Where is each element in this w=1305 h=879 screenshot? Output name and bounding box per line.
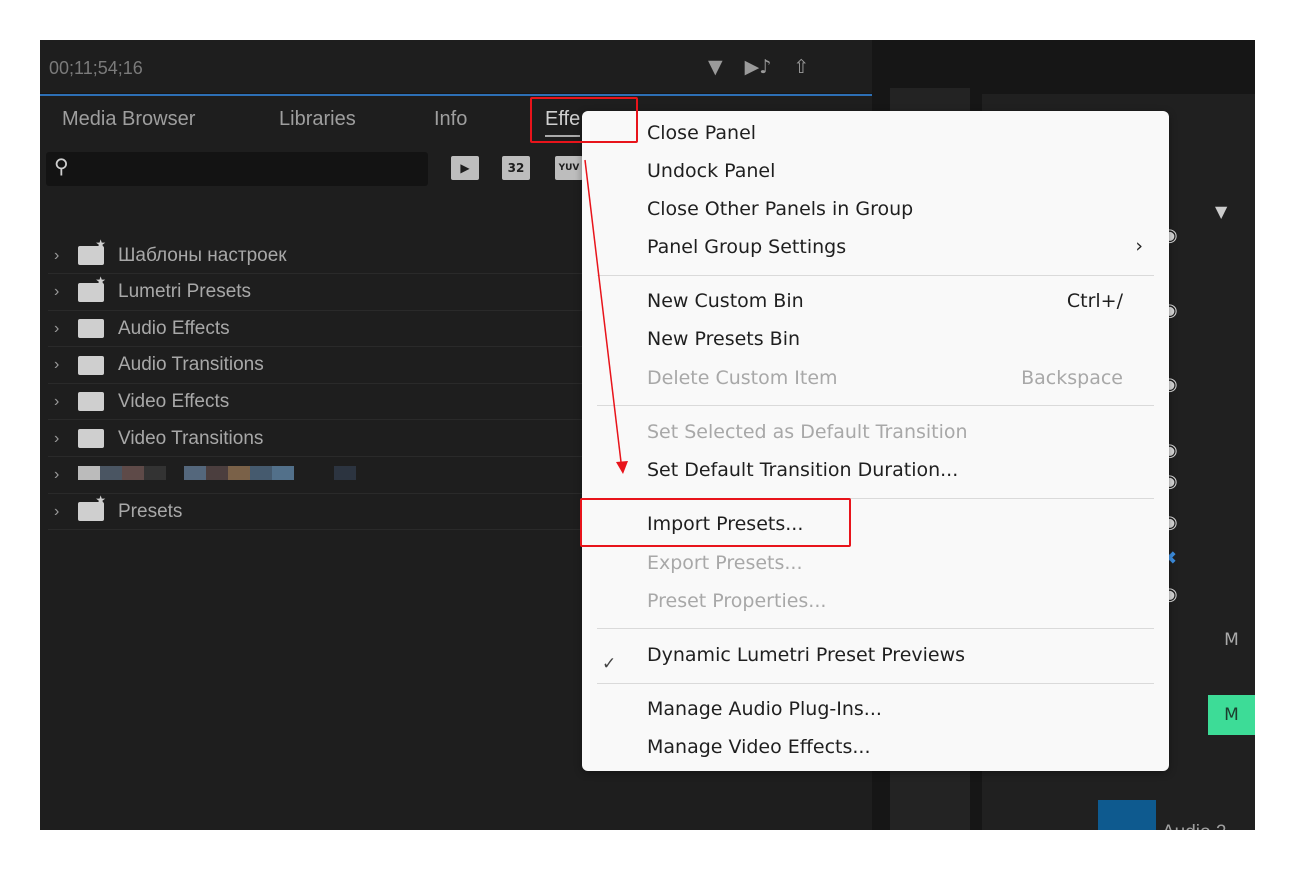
annotation-arrow [584, 159, 628, 474]
